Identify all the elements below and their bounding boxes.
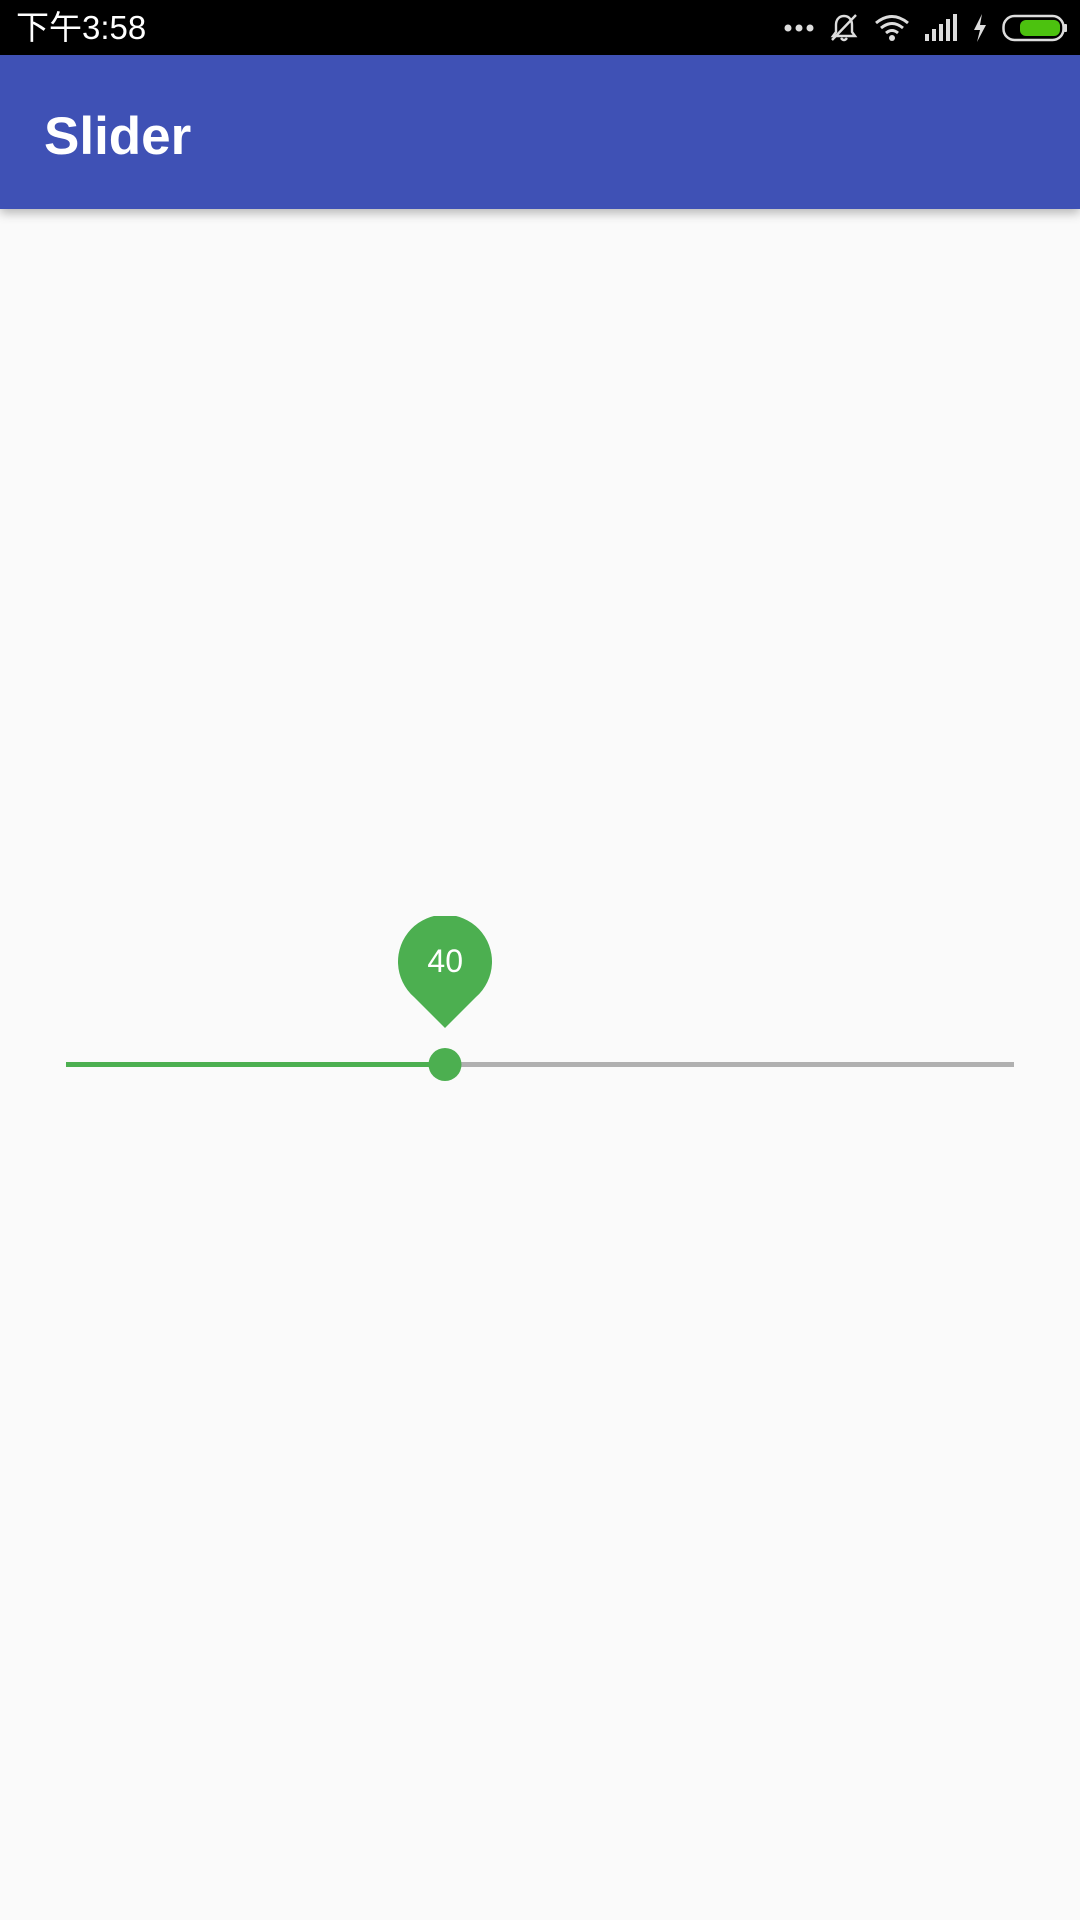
slider-thumb[interactable] — [428, 1048, 462, 1081]
wifi-icon — [874, 14, 910, 42]
value-slider[interactable]: 40 — [66, 916, 1014, 1088]
status-time: 下午3:58 — [16, 9, 147, 46]
more-dots-icon — [784, 23, 814, 33]
status-icons — [770, 10, 1068, 46]
app-bar: Slider — [0, 55, 1080, 209]
slider-value-label: 40 — [427, 943, 463, 979]
charging-icon — [972, 14, 988, 42]
slider-track-active — [66, 1062, 446, 1067]
slider-value-indicator: 40 — [398, 916, 493, 1028]
page-title: Slider — [44, 107, 192, 166]
battery-icon — [1002, 14, 1068, 42]
signal-icon — [924, 14, 958, 42]
notifications-off-icon — [828, 12, 860, 44]
status-bar: 下午3:58 — [0, 0, 1080, 55]
